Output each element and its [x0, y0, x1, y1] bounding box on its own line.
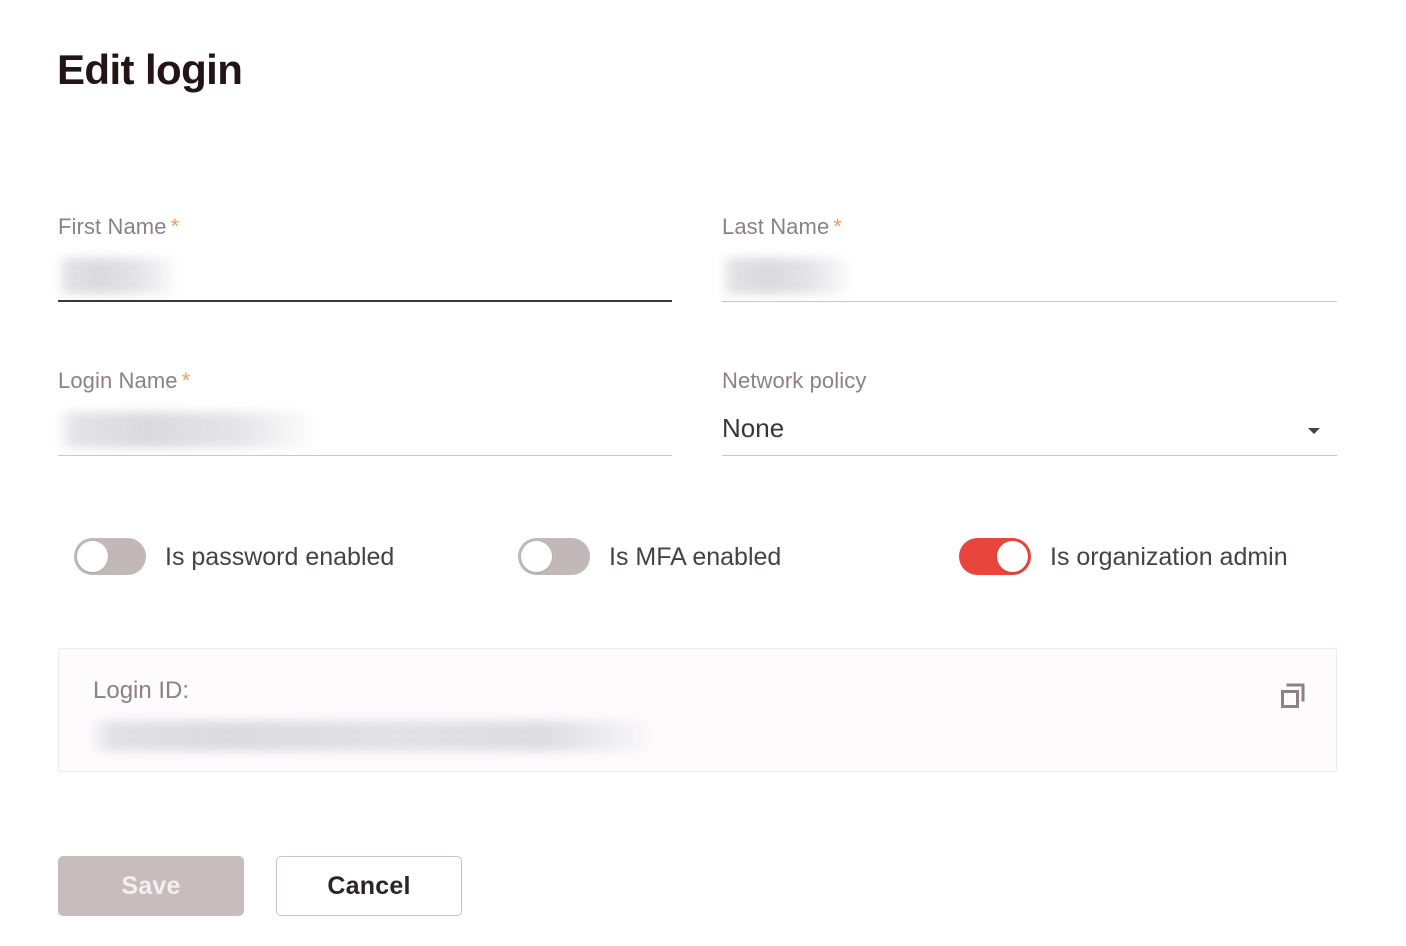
chevron-down-icon[interactable]	[1308, 428, 1320, 434]
login-id-panel: Login ID:	[58, 648, 1337, 772]
first-name-input[interactable]	[58, 240, 672, 302]
network-policy-underline	[722, 455, 1337, 456]
toggle-label-mfa: Is MFA enabled	[609, 542, 782, 571]
toggle-switch-password[interactable]	[74, 538, 146, 575]
first-name-label-text: First Name	[58, 214, 167, 239]
network-policy-value: None	[722, 413, 785, 443]
toggle-is-mfa-enabled[interactable]: Is MFA enabled	[518, 538, 781, 575]
toggle-is-password-enabled[interactable]: Is password enabled	[74, 538, 394, 575]
page-title: Edit login	[57, 46, 243, 93]
network-policy-label-text: Network policy	[722, 368, 867, 393]
toggle-row: Is password enabled Is MFA enabled Is or…	[0, 538, 1406, 586]
last-name-redacted-value	[722, 258, 852, 294]
login-name-label-text: Login Name	[58, 368, 178, 393]
required-asterisk: *	[833, 214, 842, 239]
toggle-knob	[997, 541, 1028, 572]
login-name-label: Login Name *	[58, 368, 672, 394]
network-policy-label: Network policy	[722, 368, 1337, 394]
network-policy-select[interactable]: None	[722, 394, 1337, 456]
field-last-name: Last Name *	[722, 214, 1337, 302]
toggle-label-password: Is password enabled	[165, 542, 395, 571]
field-login-name: Login Name *	[58, 368, 672, 456]
save-button[interactable]: Save	[58, 856, 244, 916]
field-network-policy: Network policy None	[722, 368, 1337, 456]
login-name-underline	[58, 455, 672, 456]
login-name-input[interactable]	[58, 394, 672, 456]
toggle-switch-mfa[interactable]	[518, 538, 590, 575]
login-id-label: Login ID:	[93, 677, 190, 704]
first-name-redacted-value	[58, 258, 178, 294]
edit-login-page: Edit login First Name * Last Name * Logi…	[0, 0, 1406, 946]
last-name-label-text: Last Name	[722, 214, 830, 239]
field-first-name: First Name *	[58, 214, 672, 302]
first-name-label: First Name *	[58, 214, 672, 240]
toggle-label-org-admin: Is organization admin	[1050, 542, 1288, 571]
action-buttons: Save Cancel	[58, 856, 462, 916]
last-name-label: Last Name *	[722, 214, 1337, 240]
toggle-switch-org-admin[interactable]	[959, 538, 1031, 575]
login-id-redacted-value	[89, 721, 654, 751]
required-asterisk: *	[170, 214, 180, 239]
cancel-button[interactable]: Cancel	[276, 856, 462, 916]
toggle-knob	[77, 541, 108, 572]
login-name-redacted-value	[58, 412, 316, 448]
required-asterisk: *	[181, 368, 191, 393]
copy-icon[interactable]	[1276, 679, 1310, 713]
toggle-knob	[521, 541, 552, 572]
toggle-is-organization-admin[interactable]: Is organization admin	[959, 538, 1288, 575]
first-name-underline	[58, 300, 672, 302]
last-name-underline	[722, 301, 1337, 302]
last-name-input[interactable]	[722, 240, 1337, 302]
